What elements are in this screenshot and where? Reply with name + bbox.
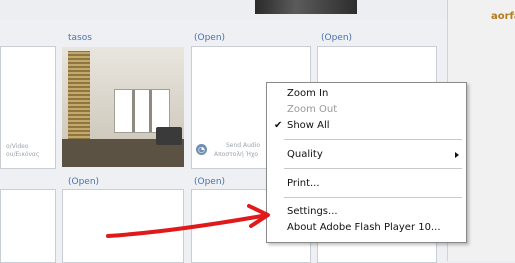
slot-label-open-3[interactable]: (Open)	[68, 177, 99, 187]
chevron-right-icon	[455, 152, 459, 158]
flash-meeting-screen: tasos (Open) (Open) o/Video ou/Εικόνας ◔…	[0, 0, 515, 263]
slot-label-open-4[interactable]: (Open)	[194, 177, 225, 187]
video-slot-tasos[interactable]	[62, 47, 184, 167]
slot-label-open-1[interactable]: (Open)	[194, 33, 225, 43]
slot-left-text-2: ou/Εικόνας	[6, 151, 40, 158]
send-audio-label-greek: Αποστολή Ήχο	[214, 151, 259, 158]
slot-left-text-1: o/Video	[6, 143, 29, 150]
menu-item-show-all[interactable]: ✔ Show All	[267, 118, 466, 134]
menu-item-label: Settings...	[287, 206, 338, 217]
menu-separator	[284, 139, 462, 140]
send-audio-label: Send Audio	[226, 142, 261, 149]
video-slot-bottom-left[interactable]	[0, 189, 56, 263]
slot-label-user: tasos	[68, 33, 92, 43]
menu-item-label: About Adobe Flash Player 10...	[287, 222, 441, 233]
window-bar	[149, 90, 152, 132]
flash-camera-icon[interactable]: ◔	[196, 144, 207, 155]
menu-item-zoom-out[interactable]: Zoom Out	[267, 102, 466, 118]
photo-machine	[156, 127, 182, 145]
menu-item-label: Show All	[287, 120, 330, 131]
video-slot-open-3[interactable]	[62, 189, 184, 263]
user-name-label[interactable]: aorfa	[491, 11, 515, 22]
menu-separator	[284, 197, 462, 198]
menu-item-label: Print...	[287, 178, 320, 189]
flash-context-menu: Zoom In Zoom Out ✔ Show All Quality Prin…	[266, 82, 467, 243]
menu-item-about[interactable]: About Adobe Flash Player 10...	[267, 220, 466, 236]
photo-window-blind	[68, 51, 90, 146]
menu-item-settings[interactable]: Settings...	[267, 204, 466, 220]
menu-item-label: Quality	[287, 149, 323, 160]
menu-item-label: Zoom Out	[287, 104, 338, 115]
check-icon: ✔	[274, 120, 283, 131]
menu-item-zoom-in[interactable]: Zoom In	[267, 86, 466, 102]
menu-item-quality[interactable]: Quality	[267, 147, 466, 163]
menu-item-label: Zoom In	[287, 88, 329, 99]
menu-separator	[284, 168, 462, 169]
menu-item-print[interactable]: Print...	[267, 176, 466, 192]
video-thumbnail-top	[255, 0, 357, 14]
window-bar	[132, 90, 135, 132]
slot-label-open-2[interactable]: (Open)	[321, 33, 352, 43]
